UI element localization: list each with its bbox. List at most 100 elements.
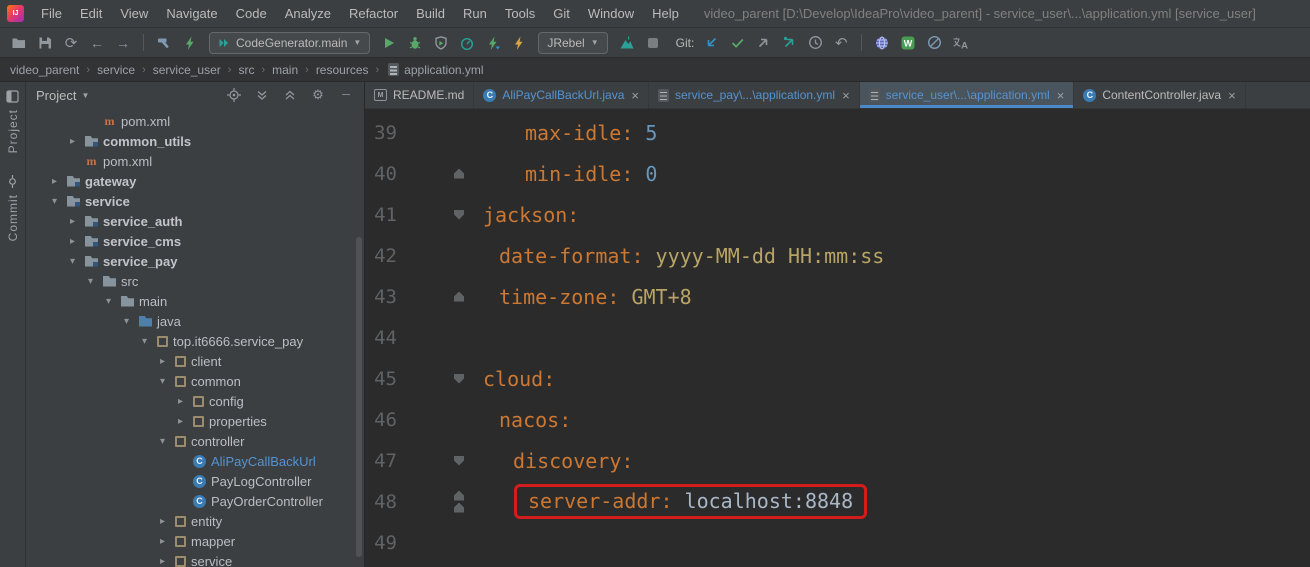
- editor-line[interactable]: 42 date-format: yyyy-MM-dd HH:mm:ss: [365, 235, 1310, 276]
- fold-marker[interactable]: [449, 455, 469, 466]
- collapse-all-icon[interactable]: [282, 87, 298, 103]
- menu-file[interactable]: File: [32, 0, 71, 27]
- chevron-expanded-icon[interactable]: ▾: [46, 196, 63, 207]
- editor-tab[interactable]: M README.md: [365, 82, 475, 108]
- editor-line[interactable]: 49: [365, 522, 1310, 563]
- tree-item[interactable]: C AliPayCallBackUrl: [26, 451, 364, 471]
- menu-view[interactable]: View: [111, 0, 157, 27]
- hide-panel-icon[interactable]: ─: [338, 87, 354, 103]
- tree-item[interactable]: ▾ common: [26, 371, 364, 391]
- breadcrumb-item[interactable]: resources: [316, 63, 369, 77]
- chevron-collapsed-icon[interactable]: ▸: [154, 356, 171, 367]
- mountain-icon[interactable]: [614, 31, 640, 55]
- chevron-expanded-icon[interactable]: ▾: [82, 276, 99, 287]
- back-icon[interactable]: ←: [84, 31, 110, 55]
- forward-icon[interactable]: →: [110, 31, 136, 55]
- menu-tools[interactable]: Tools: [496, 0, 544, 27]
- locate-file-icon[interactable]: [226, 87, 242, 103]
- tree-item[interactable]: ▸ service: [26, 551, 364, 567]
- run-config-select[interactable]: CodeGenerator.main ▼: [209, 31, 371, 54]
- bolt-icon[interactable]: [177, 31, 203, 55]
- chevron-expanded-icon[interactable]: ▾: [154, 376, 171, 387]
- close-tab-icon[interactable]: ×: [631, 88, 639, 103]
- do-not-disturb-icon[interactable]: [921, 31, 947, 55]
- close-tab-icon[interactable]: ×: [842, 88, 850, 103]
- fold-marker[interactable]: [449, 168, 469, 179]
- editor-tab[interactable]: service_pay\...\application.yml ×: [649, 82, 860, 108]
- chevron-collapsed-icon[interactable]: ▸: [154, 516, 171, 527]
- tree-item[interactable]: ▾ top.it6666.service_pay: [26, 331, 364, 351]
- jrebel-debug-icon[interactable]: [506, 31, 532, 55]
- menu-analyze[interactable]: Analyze: [276, 0, 340, 27]
- tree-item[interactable]: m pom.xml: [26, 151, 364, 171]
- menu-build[interactable]: Build: [407, 0, 454, 27]
- tree-item[interactable]: ▸ service_cms: [26, 231, 364, 251]
- jrebel-run-icon[interactable]: [480, 31, 506, 55]
- breadcrumb-item[interactable]: service: [97, 63, 135, 77]
- run-button[interactable]: [376, 31, 402, 55]
- editor-line[interactable]: 43 time-zone: GMT+8: [365, 276, 1310, 317]
- menu-git[interactable]: Git: [544, 0, 579, 27]
- jrebel-select[interactable]: JRebel ▼: [538, 31, 608, 54]
- chevron-down-icon[interactable]: ▼: [81, 91, 89, 100]
- chevron-collapsed-icon[interactable]: ▸: [64, 236, 81, 247]
- chevron-collapsed-icon[interactable]: ▸: [154, 536, 171, 547]
- tree-item[interactable]: ▾ service_pay: [26, 251, 364, 271]
- tree-item[interactable]: ▾ service: [26, 191, 364, 211]
- tree-item[interactable]: ▾ main: [26, 291, 364, 311]
- translate-icon[interactable]: A: [947, 31, 973, 55]
- breadcrumb-item[interactable]: main: [272, 63, 298, 77]
- editor[interactable]: 39 max-idle: 5 40 min-idle: 0 41 jackson: 42 da…: [365, 109, 1310, 567]
- breadcrumb-item[interactable]: application.yml: [404, 63, 483, 77]
- build-hammer-icon[interactable]: [151, 31, 177, 55]
- tree-item[interactable]: ▸ mapper: [26, 531, 364, 551]
- breadcrumb-item[interactable]: video_parent: [10, 63, 79, 77]
- settings-gear-icon[interactable]: ⚙: [310, 87, 326, 103]
- tree-item[interactable]: C PayOrderController: [26, 491, 364, 511]
- editor-line[interactable]: 44: [365, 317, 1310, 358]
- stripe-project-button[interactable]: Project: [6, 90, 20, 153]
- tree-item[interactable]: ▸ properties: [26, 411, 364, 431]
- tree-item[interactable]: ▸ entity: [26, 511, 364, 531]
- git-push-button[interactable]: [750, 31, 776, 55]
- chevron-collapsed-icon[interactable]: ▸: [64, 136, 81, 147]
- chevron-collapsed-icon[interactable]: ▸: [154, 556, 171, 567]
- close-tab-icon[interactable]: ×: [1228, 88, 1236, 103]
- menu-help[interactable]: Help: [643, 0, 688, 27]
- menu-code[interactable]: Code: [227, 0, 276, 27]
- tree-item[interactable]: ▾ java: [26, 311, 364, 331]
- breadcrumb-item[interactable]: service_user: [153, 63, 221, 77]
- expand-all-icon[interactable]: [254, 87, 270, 103]
- save-all-icon[interactable]: [32, 31, 58, 55]
- rollback-button[interactable]: ↶: [828, 31, 854, 55]
- tree-item[interactable]: ▸ service_auth: [26, 211, 364, 231]
- editor-line[interactable]: 39 max-idle: 5: [365, 112, 1310, 153]
- chevron-expanded-icon[interactable]: ▾: [64, 256, 81, 267]
- coverage-button[interactable]: [428, 31, 454, 55]
- editor-line[interactable]: 45 cloud:: [365, 358, 1310, 399]
- git-commit-button[interactable]: [724, 31, 750, 55]
- editor-line[interactable]: 47 discovery:: [365, 440, 1310, 481]
- editor-line[interactable]: 41 jackson:: [365, 194, 1310, 235]
- editor-tab[interactable]: C ContentController.java ×: [1074, 82, 1246, 108]
- debug-button[interactable]: [402, 31, 428, 55]
- tree-item[interactable]: ▸ gateway: [26, 171, 364, 191]
- project-panel-title[interactable]: Project: [36, 88, 76, 103]
- editor-tab[interactable]: C AliPayCallBackUrl.java ×: [474, 82, 649, 108]
- open-folder-icon[interactable]: [6, 31, 32, 55]
- globe-icon[interactable]: [869, 31, 895, 55]
- stripe-commit-button[interactable]: Commit: [6, 175, 20, 242]
- menu-navigate[interactable]: Navigate: [157, 0, 226, 27]
- tree-item[interactable]: ▸ common_utils: [26, 131, 364, 151]
- synchronize-icon[interactable]: ⟳: [58, 31, 84, 55]
- editor-line[interactable]: 48 server-addr: localhost:8848: [365, 481, 1310, 522]
- git-update-button[interactable]: [698, 31, 724, 55]
- w-plugin-icon[interactable]: W: [895, 31, 921, 55]
- chevron-collapsed-icon[interactable]: ▸: [172, 396, 189, 407]
- tree-item[interactable]: ▾ controller: [26, 431, 364, 451]
- close-tab-icon[interactable]: ×: [1057, 88, 1065, 103]
- chevron-collapsed-icon[interactable]: ▸: [64, 216, 81, 227]
- menu-run[interactable]: Run: [454, 0, 496, 27]
- chevron-expanded-icon[interactable]: ▾: [136, 336, 153, 347]
- editor-line[interactable]: 40 min-idle: 0: [365, 153, 1310, 194]
